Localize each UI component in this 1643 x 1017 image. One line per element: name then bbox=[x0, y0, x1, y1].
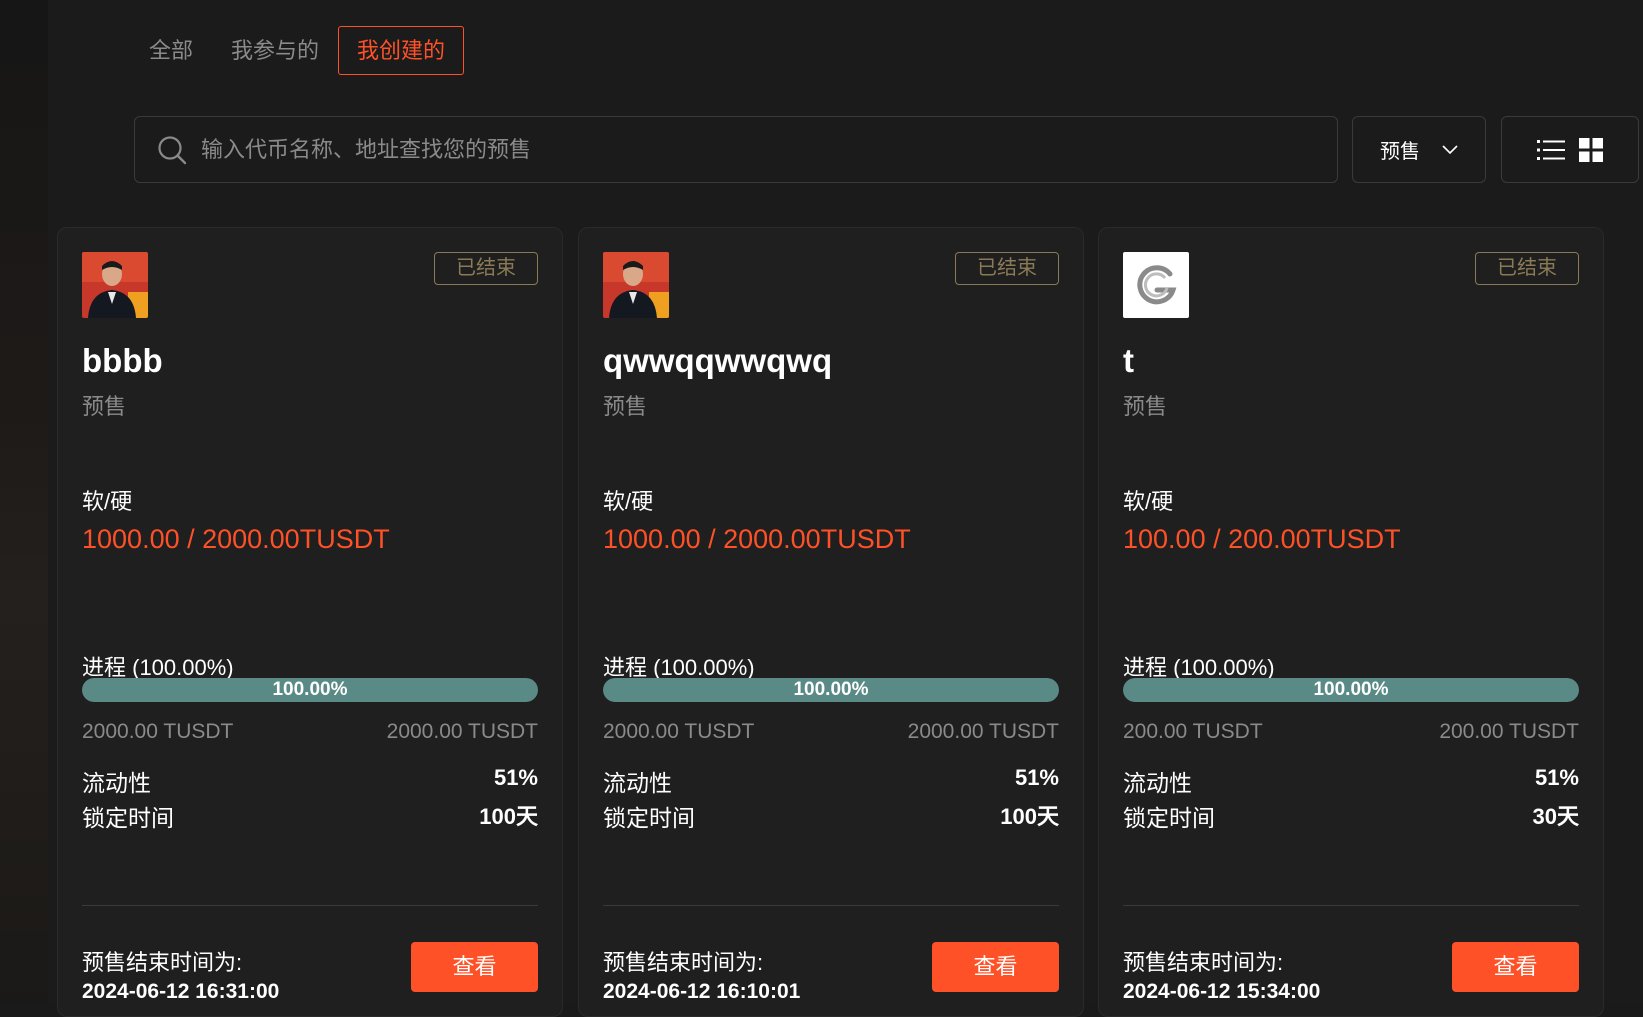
liquidity-value: 51% bbox=[493, 765, 538, 790]
progress-bar: 100.00% bbox=[82, 678, 538, 702]
cap-value: 1000.00 / 2000.00TUSDT bbox=[82, 524, 390, 554]
tab-participated[interactable]: 我参与的 bbox=[212, 26, 338, 75]
liquidity-value: 51% bbox=[1014, 765, 1059, 790]
end-time-value: 2024-06-12 15:34:00 bbox=[1123, 980, 1321, 1003]
raised-amount: 200.00 TUSDT bbox=[1123, 720, 1263, 743]
liquidity-label: 流动性 bbox=[1123, 770, 1192, 796]
filter-tabs: 全部 我参与的 我创建的 bbox=[148, 26, 465, 75]
cap-label: 软/硬 bbox=[1123, 489, 1174, 514]
token-type: 预售 bbox=[1123, 394, 1168, 419]
status-badge: 已结束 bbox=[1475, 252, 1579, 285]
lock-time-value: 100天 bbox=[1000, 804, 1059, 829]
search-input[interactable] bbox=[201, 117, 1337, 182]
hard-cap-amount: 2000.00 TUSDT bbox=[907, 720, 1059, 743]
raised-amount: 2000.00 TUSDT bbox=[82, 720, 234, 743]
progress-bar: 100.00% bbox=[1123, 678, 1579, 702]
search-box bbox=[134, 116, 1338, 183]
progress-text: 100.00% bbox=[793, 679, 869, 700]
presale-card[interactable]: 已结束 qwwqqwwqwq 预售 软/硬 1000.00 / 2000.00T… bbox=[578, 227, 1084, 1017]
divider bbox=[82, 905, 538, 906]
token-avatar bbox=[82, 252, 148, 318]
liquidity-label: 流动性 bbox=[82, 770, 151, 796]
raised-amount: 2000.00 TUSDT bbox=[603, 720, 755, 743]
token-name: qwwqqwwqwq bbox=[603, 342, 833, 379]
token-avatar bbox=[1123, 252, 1189, 318]
token-name: bbbb bbox=[82, 342, 163, 379]
g-logo-icon bbox=[1123, 252, 1189, 318]
presale-list-panel: 全部 我参与的 我创建的 预售 bbox=[48, 0, 1643, 1017]
progress-text: 100.00% bbox=[272, 679, 348, 700]
view-toggle bbox=[1501, 116, 1639, 183]
divider bbox=[1123, 905, 1579, 906]
hard-cap-amount: 2000.00 TUSDT bbox=[386, 720, 538, 743]
token-avatar bbox=[603, 252, 669, 318]
left-background-strip bbox=[0, 0, 48, 1003]
token-type: 预售 bbox=[82, 394, 127, 419]
divider bbox=[603, 905, 1059, 906]
hard-cap-amount: 200.00 TUSDT bbox=[1439, 720, 1579, 743]
type-select-value: 预售 bbox=[1380, 141, 1420, 163]
end-time-value: 2024-06-12 16:31:00 bbox=[82, 980, 280, 1003]
list-view-button[interactable] bbox=[1537, 139, 1565, 161]
lock-time-label: 锁定时间 bbox=[603, 805, 695, 831]
search-icon bbox=[158, 135, 187, 164]
cap-value: 1000.00 / 2000.00TUSDT bbox=[603, 524, 911, 554]
end-time-label: 预售结束时间为: bbox=[603, 950, 764, 975]
tab-created[interactable]: 我创建的 bbox=[338, 26, 465, 75]
chevron-down-icon bbox=[1442, 144, 1458, 154]
grid-icon bbox=[1579, 137, 1603, 162]
grid-view-button[interactable] bbox=[1579, 137, 1603, 162]
lock-time-value: 100天 bbox=[479, 804, 538, 829]
liquidity-value: 51% bbox=[1534, 765, 1579, 790]
end-time-label: 预售结束时间为: bbox=[82, 950, 243, 975]
presale-type-select[interactable]: 预售 bbox=[1352, 116, 1486, 183]
cap-label: 软/硬 bbox=[82, 489, 133, 514]
progress-text: 100.00% bbox=[1313, 679, 1389, 700]
token-name: t bbox=[1123, 342, 1134, 379]
end-time-value: 2024-06-12 16:10:01 bbox=[603, 980, 801, 1003]
view-button[interactable]: 查看 bbox=[932, 942, 1059, 992]
cap-value: 100.00 / 200.00TUSDT bbox=[1123, 524, 1401, 554]
lock-time-label: 锁定时间 bbox=[1123, 805, 1215, 831]
presale-card[interactable]: 已结束 t 预售 软/硬 100.00 / 200.00TUSDT 进程 (10… bbox=[1098, 227, 1604, 1017]
cap-label: 软/硬 bbox=[603, 489, 654, 514]
lock-time-label: 锁定时间 bbox=[82, 805, 174, 831]
liquidity-label: 流动性 bbox=[603, 770, 672, 796]
status-badge: 已结束 bbox=[434, 252, 538, 285]
tab-all[interactable]: 全部 bbox=[148, 26, 212, 75]
list-icon bbox=[1537, 139, 1565, 160]
view-button[interactable]: 查看 bbox=[1452, 942, 1579, 992]
status-badge: 已结束 bbox=[955, 252, 1059, 285]
end-time-label: 预售结束时间为: bbox=[1123, 950, 1284, 975]
presale-card[interactable]: 已结束 bbbb 预售 软/硬 1000.00 / 2000.00TUSDT 进… bbox=[57, 227, 563, 1017]
token-type: 预售 bbox=[603, 394, 648, 419]
view-button[interactable]: 查看 bbox=[411, 942, 538, 992]
progress-bar: 100.00% bbox=[603, 678, 1059, 702]
lock-time-value: 30天 bbox=[1532, 804, 1579, 829]
